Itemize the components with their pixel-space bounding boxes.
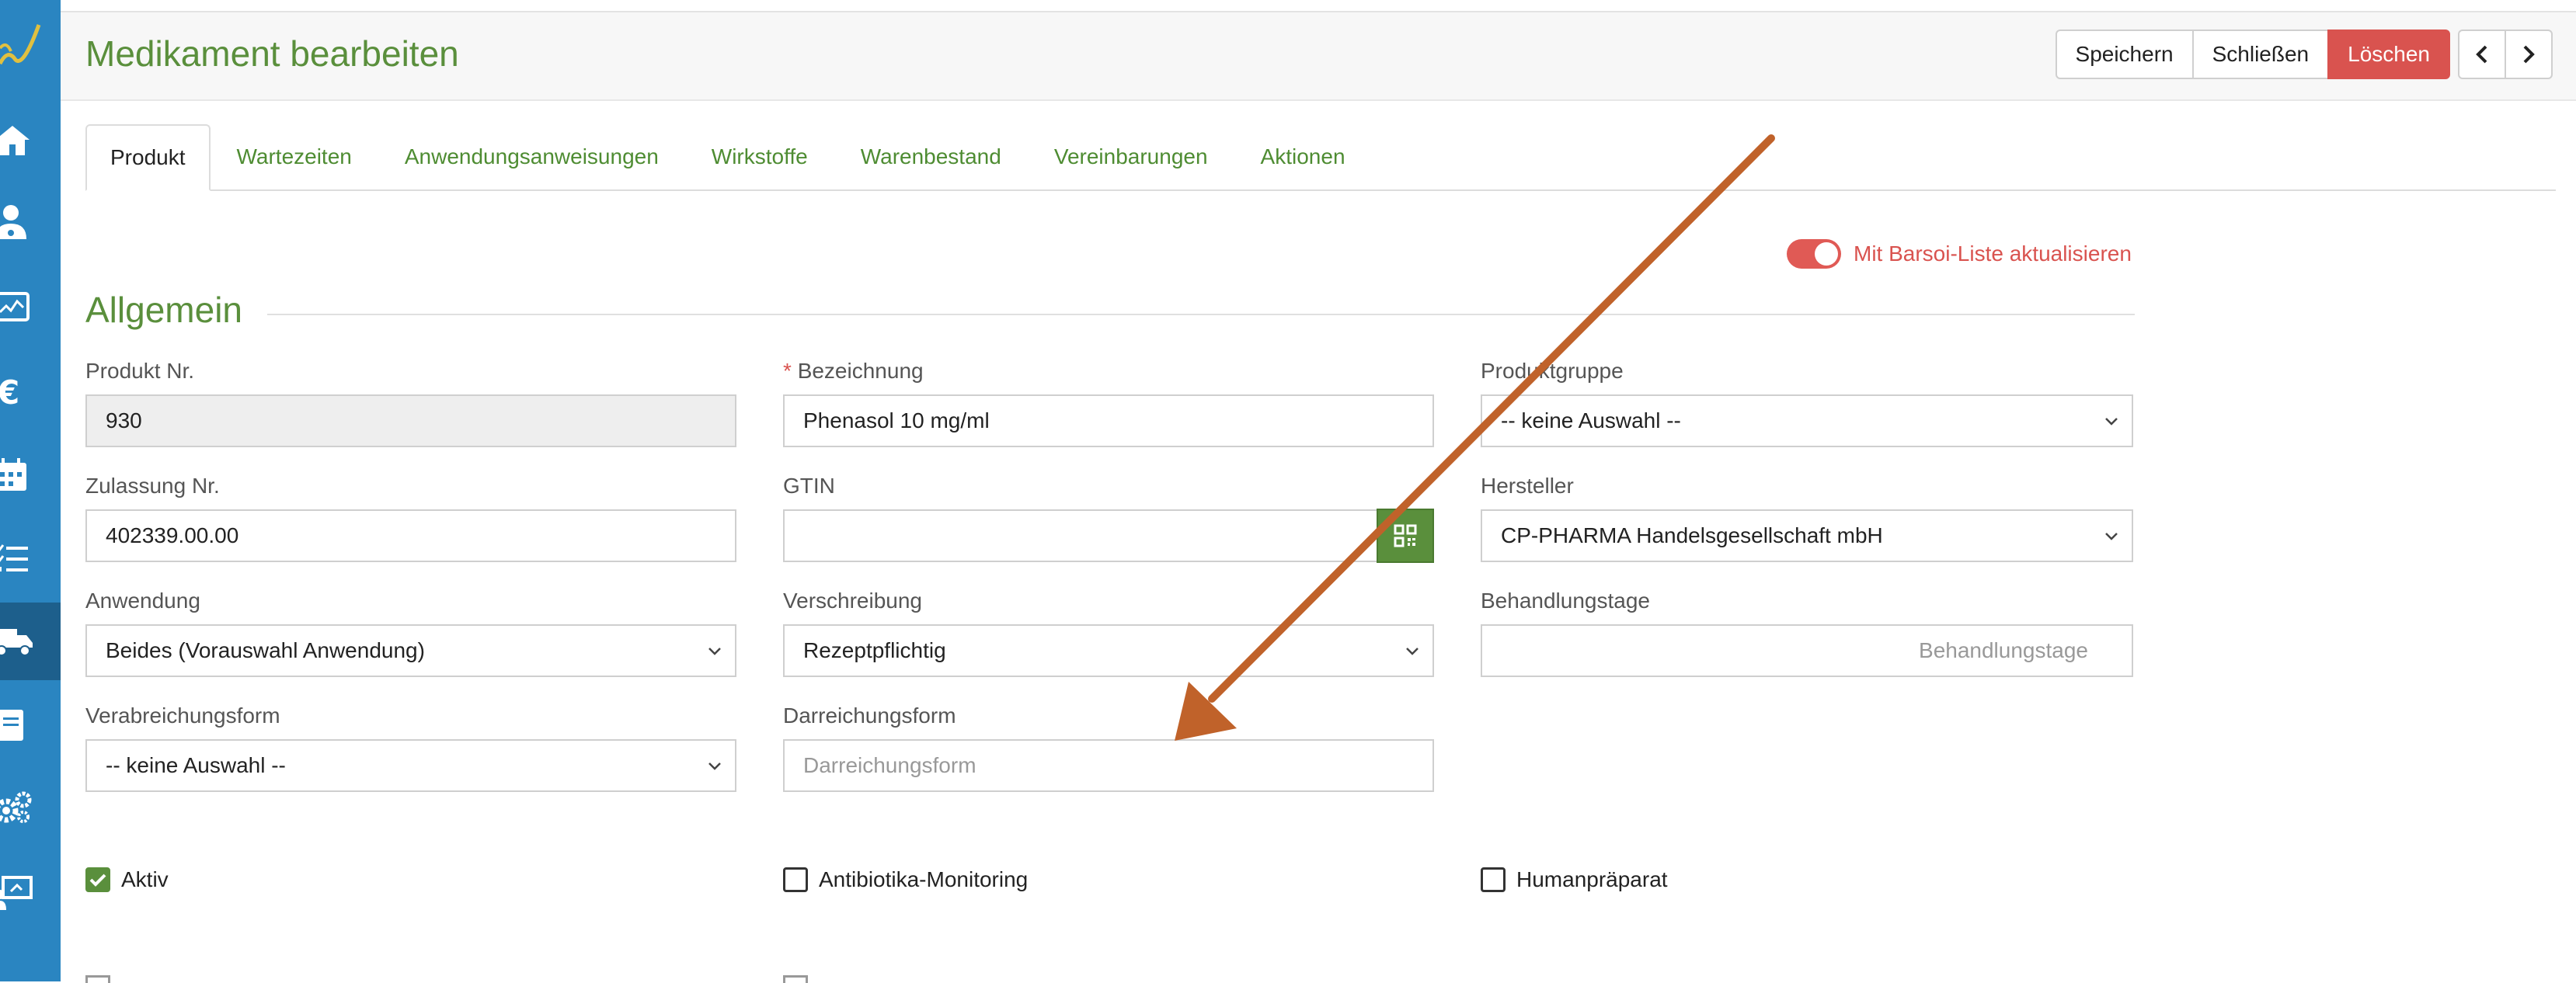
annotation-arrow [1175,134,1775,741]
